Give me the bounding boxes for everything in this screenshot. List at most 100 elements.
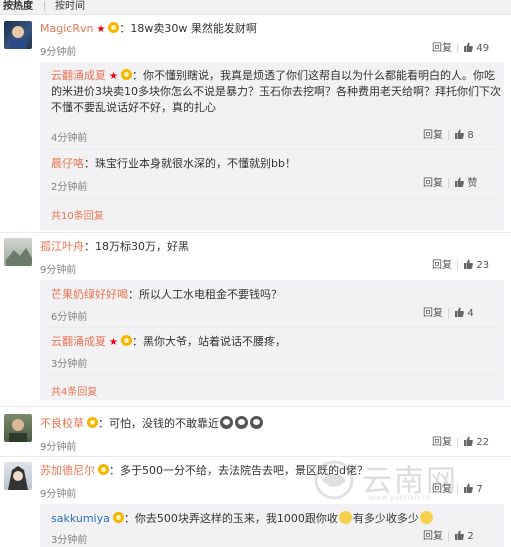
reply-actions: 回复 | 4 [423, 307, 474, 321]
reply-actions: 回复 | 赞 [423, 177, 477, 191]
avatar-image [8, 466, 28, 490]
red-star-icon: ★ [109, 71, 118, 82]
site-watermark: 云南网 www.yunnan.cn [312, 456, 511, 516]
reply-button[interactable]: 回复 [423, 531, 443, 542]
action-separator: | [447, 178, 451, 189]
thumbs-up-icon[interactable] [454, 530, 465, 540]
comment-time: 9分钟前 [40, 442, 77, 453]
comment-time: 9分钟前 [40, 265, 77, 276]
vip-badge-icon [120, 69, 132, 80]
action-separator: | [447, 308, 451, 319]
reply-time: 3分钟前 [51, 359, 88, 370]
reply-line: 云翻涌成夏 ★ ：你不懂别瞎说，我真是烦透了你们这帮自以为什么都能看明白的人。你吃 [51, 69, 495, 84]
avatar[interactable] [4, 238, 32, 266]
sort-bar: 按热度 | 按时间 [0, 0, 511, 15]
comment-line: 孤江叶舟：18万标30万，好黑 [40, 240, 189, 254]
sort-by-time-tab[interactable]: 按时间 [55, 0, 85, 14]
avatar-image [6, 248, 32, 266]
action-separator: | [456, 43, 460, 54]
reply-divider [48, 149, 500, 150]
reply-username[interactable]: sakkumiya [51, 512, 110, 525]
reply-username[interactable]: 晨仔咯 [51, 157, 84, 170]
avatar[interactable] [4, 462, 32, 490]
thumbs-up-icon[interactable] [454, 177, 465, 187]
crying-emoji-icon [235, 416, 248, 429]
comment-text: ：18万标30万，好黑 [84, 240, 189, 253]
reply-button[interactable]: 回复 [423, 130, 443, 141]
avatar[interactable] [4, 21, 32, 49]
like-count: 22 [476, 437, 490, 448]
like-count: 2 [467, 531, 474, 542]
reply-time: 2分钟前 [51, 182, 88, 193]
more-replies-link[interactable]: 共4条回复 [51, 383, 97, 398]
reply-line: 晨仔咯：珠宝行业本身就很水深的，不懂就别bb！ [51, 157, 296, 171]
comment-time: 9分钟前 [40, 47, 77, 58]
reply-text: ：所以人工水电租金不要钱吗？ [128, 288, 282, 301]
reply-actions: 回复 | 2 [423, 530, 474, 544]
vip-badge-icon [98, 464, 109, 475]
username[interactable]: 孤江叶舟 [40, 240, 84, 253]
like-count: 8 [467, 130, 474, 141]
reply-actions: 回复 | 8 [423, 129, 474, 143]
red-star-icon: ★ [109, 337, 118, 348]
like-label: 赞 [467, 178, 478, 189]
reply-time: 3分钟前 [51, 535, 88, 546]
reply-divider [48, 198, 500, 199]
avatar-image [10, 26, 26, 49]
thumbs-up-icon[interactable] [463, 259, 474, 269]
comment-divider [0, 406, 511, 407]
reply-line: 芒果奶绿好好喝：所以人工水电租金不要钱吗？ [51, 288, 282, 302]
avatar[interactable] [4, 414, 32, 442]
username[interactable]: 不良校草 [40, 417, 84, 430]
reply-divider [48, 374, 500, 375]
reply-time: 4分钟前 [51, 133, 88, 144]
vip-badge-icon [112, 512, 124, 523]
reply-line: 云翻涌成夏 ★ ：黑你大爷，站着说话不腰疼， [51, 335, 286, 350]
comment-time: 9分钟前 [40, 489, 77, 500]
crying-emoji-icon [250, 416, 263, 429]
action-separator: | [447, 531, 451, 542]
watermark-url: www.yunnan.cn [368, 493, 432, 502]
username[interactable]: 苏加德尼尔 [40, 464, 95, 477]
reply-text: ：你去500块弄这样的玉来，我1000跟你收 [123, 512, 338, 525]
watermark-logo-icon [314, 460, 354, 500]
thumbs-up-icon[interactable] [463, 436, 474, 446]
reply-button[interactable]: 回复 [432, 437, 452, 448]
reply-username[interactable]: 芒果奶绿好好喝 [51, 288, 128, 301]
reply-text: ：珠宝行业本身就很水深的，不懂就别bb！ [84, 157, 296, 170]
comment-actions: 回复 | 23 [432, 259, 489, 273]
reply-button[interactable]: 回复 [423, 308, 443, 319]
avatar-image [9, 419, 27, 442]
thumbs-up-icon[interactable] [454, 129, 465, 139]
like-count: 23 [476, 260, 490, 271]
reply-divider [48, 327, 500, 328]
reply-text-line: ：你不懂别瞎说，我真是烦透了你们这帮自以为什么都能看明白的人。你吃 [131, 69, 495, 82]
reply-button[interactable]: 回复 [432, 43, 452, 54]
vip-badge-icon [87, 417, 98, 428]
vip-badge-icon [108, 22, 120, 33]
reply-text-line: 不懂不要乱说话好不好，真的扎心 [51, 101, 216, 114]
reply-button[interactable]: 回复 [423, 178, 443, 189]
reply-username[interactable]: 云翻涌成夏 [51, 335, 106, 348]
comment-actions: 回复 | 49 [432, 42, 489, 56]
reply-username[interactable]: 云翻涌成夏 [51, 69, 106, 82]
comment-text: ：18w卖30w 果然能发财啊 [119, 22, 257, 35]
comment-divider [0, 232, 511, 233]
crying-emoji-icon [220, 416, 233, 429]
reply-text: ：黑你大爷，站着说话不腰疼， [131, 335, 286, 348]
sort-by-hot-tab[interactable]: 按热度 [3, 0, 33, 14]
like-count: 49 [476, 43, 490, 54]
reply-button[interactable]: 回复 [432, 260, 452, 271]
comment-line: MagicRvn ★ ：18w卖30w 果然能发财啊 [40, 22, 257, 37]
thumbs-up-icon[interactable] [463, 42, 474, 52]
like-count: 4 [467, 308, 474, 319]
red-star-icon: ★ [96, 24, 106, 35]
username[interactable]: MagicRvn [40, 22, 93, 35]
action-separator: | [456, 437, 460, 448]
reply-time: 6分钟前 [51, 312, 88, 323]
action-separator: | [447, 130, 451, 141]
sort-separator: | [43, 1, 47, 12]
thumbs-up-icon[interactable] [454, 307, 465, 317]
vip-badge-icon [120, 335, 132, 346]
more-replies-link[interactable]: 共10条回复 [51, 207, 104, 222]
